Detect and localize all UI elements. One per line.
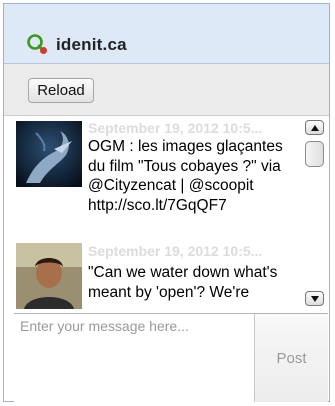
message-feed[interactable]: September 19, 2012 10:5... OGM : les ima… — [14, 117, 314, 311]
dragon-avatar — [16, 121, 82, 187]
message-text: "Can we water down what's meant by 'open… — [88, 264, 278, 301]
timestamp: September 19, 2012 10:5... — [88, 120, 263, 136]
composer: Post — [14, 313, 328, 402]
arrow-down-icon[interactable] — [305, 291, 324, 306]
scrollbar-thumb[interactable] — [305, 141, 324, 167]
header: idenit.ca — [4, 4, 329, 64]
arrow-up-icon[interactable] — [305, 120, 324, 135]
timestamp: September 19, 2012 10:5... — [88, 243, 263, 259]
message-text: OGM : les images glaçantes du film "Tous… — [88, 138, 283, 214]
person-avatar — [16, 243, 82, 309]
reload-button[interactable]: Reload — [28, 78, 94, 103]
message-input[interactable] — [14, 314, 254, 402]
app-title: idenit.ca — [56, 35, 127, 54]
toolbar: Reload — [4, 64, 329, 116]
scrollbar[interactable] — [305, 120, 327, 307]
list-item: September 19, 2012 10:5... "Can we water… — [14, 243, 304, 311]
speech-bubble-logo-icon — [27, 34, 47, 54]
post-button[interactable]: Post — [254, 314, 328, 402]
list-item: September 19, 2012 10:5... OGM : les ima… — [14, 117, 304, 243]
